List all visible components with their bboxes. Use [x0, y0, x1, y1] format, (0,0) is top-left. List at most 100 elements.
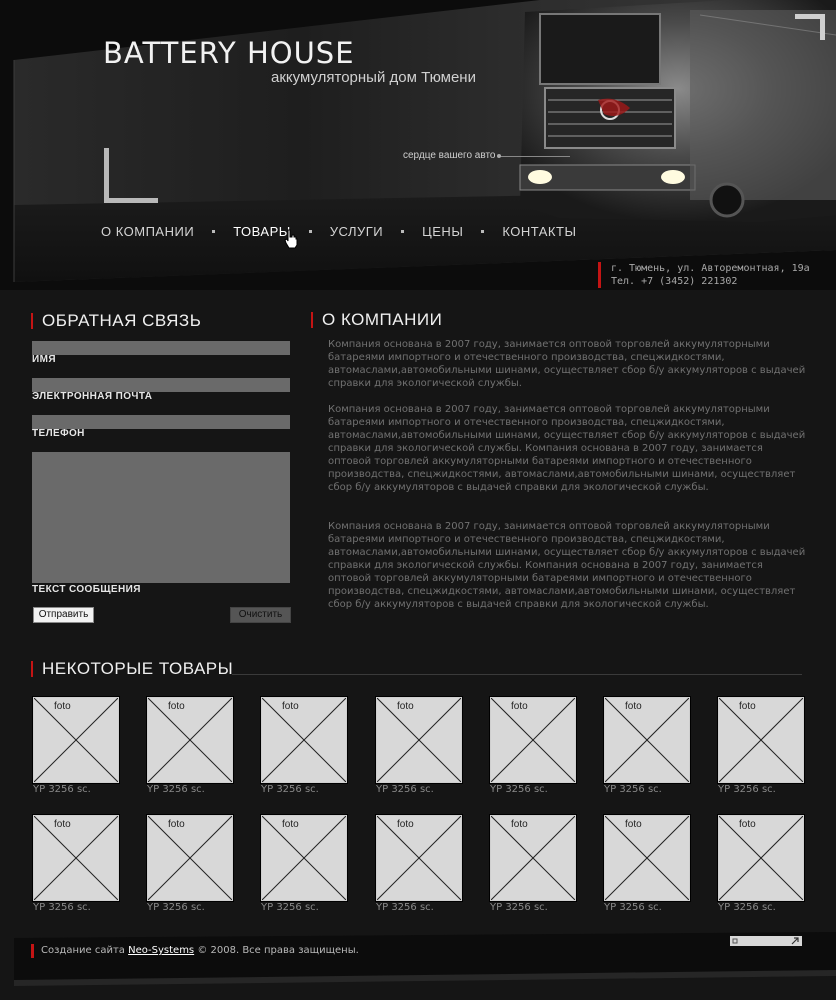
image-placeholder-icon [491, 698, 575, 782]
name-label: ИМЯ [32, 354, 56, 365]
image-placeholder-icon [605, 816, 689, 900]
footer-developer-link[interactable]: Neo-Systems [128, 945, 194, 956]
product-photo-placeholder[interactable]: foto [147, 815, 233, 901]
corner-bracket-icon [104, 148, 158, 203]
product-caption[interactable]: YP 3256 sc. [376, 902, 434, 913]
page: BATTERY HOUSE аккумуляторный дом Тюмени … [0, 0, 836, 1000]
phone-line: Тел. +7 (3452) 221302 [611, 276, 738, 287]
caption-pointer-line [500, 156, 570, 157]
product-photo-placeholder[interactable]: foto [604, 815, 690, 901]
product-caption[interactable]: YP 3256 sc. [147, 902, 205, 913]
photo-placeholder-label: foto [282, 819, 299, 830]
nav-item-contacts[interactable]: КОНТАКТЫ [502, 224, 576, 239]
product-card[interactable]: foto YP 3256 sc. [261, 815, 347, 919]
address-line: г. Тюмень, ул. Авторемонтная, 19а [611, 263, 810, 274]
image-placeholder-icon [148, 698, 232, 782]
product-caption[interactable]: YP 3256 sc. [261, 902, 319, 913]
product-photo-placeholder[interactable]: foto [33, 697, 119, 783]
photo-placeholder-label: foto [282, 701, 299, 712]
product-photo-placeholder[interactable]: foto [490, 815, 576, 901]
product-caption[interactable]: YP 3256 sc. [604, 784, 662, 795]
product-photo-placeholder[interactable]: foto [376, 815, 462, 901]
image-placeholder-icon [719, 698, 803, 782]
product-caption[interactable]: YP 3256 sc. [33, 902, 91, 913]
nav-separator [308, 229, 312, 233]
product-photo-placeholder[interactable]: foto [261, 697, 347, 783]
hand-cursor-icon [284, 229, 298, 249]
photo-placeholder-label: foto [168, 819, 185, 830]
photo-placeholder-label: foto [625, 819, 642, 830]
phone-label: ТЕЛЕФОН [32, 428, 85, 439]
product-card[interactable]: foto YP 3256 sc. [376, 815, 462, 919]
photo-placeholder-label: foto [54, 819, 71, 830]
product-photo-placeholder[interactable]: foto [718, 697, 804, 783]
image-placeholder-icon [34, 698, 118, 782]
nav-separator [481, 229, 485, 233]
photo-placeholder-label: foto [54, 701, 71, 712]
image-placeholder-icon [262, 816, 346, 900]
header: BATTERY HOUSE аккумуляторный дом Тюмени … [0, 0, 836, 290]
product-caption[interactable]: YP 3256 sc. [147, 784, 205, 795]
product-card[interactable]: foto YP 3256 sc. [490, 697, 576, 801]
feedback-heading: ОБРАТНАЯ СВЯЗЬ [31, 312, 201, 329]
product-caption[interactable]: YP 3256 sc. [33, 784, 91, 795]
product-caption[interactable]: YP 3256 sc. [490, 784, 548, 795]
product-card[interactable]: foto YP 3256 sc. [490, 815, 576, 919]
nav-item-prices[interactable]: ЦЕНЫ [422, 224, 463, 239]
product-card[interactable]: foto YP 3256 sc. [718, 697, 804, 801]
footer-copyright: Создание сайта Neo-Systems © 2008. Все п… [31, 944, 359, 958]
name-field[interactable] [32, 341, 290, 355]
footer-background [14, 932, 836, 986]
message-textarea[interactable] [32, 452, 290, 583]
brand-subtitle: аккумуляторный дом Тюмени [271, 69, 476, 86]
image-placeholder-icon [491, 816, 575, 900]
caption-pointer-dot [497, 154, 501, 158]
about-paragraph: Компания основана в 2007 году, занимаетс… [328, 521, 806, 610]
image-placeholder-icon [262, 698, 346, 782]
product-card[interactable]: foto YP 3256 sc. [604, 815, 690, 919]
product-photo-placeholder[interactable]: foto [490, 697, 576, 783]
product-photo-placeholder[interactable]: foto [718, 815, 804, 901]
product-card[interactable]: foto YP 3256 sc. [147, 697, 233, 801]
nav-separator [401, 229, 405, 233]
nav-item-products[interactable]: ТОВАРЫ [233, 224, 291, 239]
corner-bracket-icon [795, 14, 825, 40]
clear-button[interactable]: Очистить [230, 607, 291, 623]
product-card[interactable]: foto YP 3256 sc. [718, 815, 804, 919]
photo-placeholder-label: foto [397, 819, 414, 830]
product-caption[interactable]: YP 3256 sc. [604, 902, 662, 913]
product-card[interactable]: foto YP 3256 sc. [604, 697, 690, 801]
product-card[interactable]: foto YP 3256 sc. [376, 697, 462, 801]
about-paragraph: Компания основана в 2007 году, занимаетс… [328, 404, 806, 493]
nav-item-services[interactable]: УСЛУГИ [330, 224, 383, 239]
back-to-top-icon[interactable] [730, 936, 802, 946]
about-heading: О КОМПАНИИ [311, 311, 442, 328]
product-card[interactable]: foto YP 3256 sc. [147, 815, 233, 919]
submit-button[interactable]: Отправить [33, 607, 94, 623]
product-card[interactable]: foto YP 3256 sc. [261, 697, 347, 801]
product-caption[interactable]: YP 3256 sc. [261, 784, 319, 795]
product-photo-placeholder[interactable]: foto [604, 697, 690, 783]
photo-placeholder-label: foto [511, 819, 528, 830]
footer-suffix: © 2008. Все права защищены. [197, 945, 359, 956]
email-field[interactable] [32, 378, 290, 392]
product-caption[interactable]: YP 3256 sc. [376, 784, 434, 795]
product-card[interactable]: foto YP 3256 sc. [33, 815, 119, 919]
image-placeholder-icon [34, 816, 118, 900]
product-photo-placeholder[interactable]: foto [261, 815, 347, 901]
image-placeholder-icon [377, 816, 461, 900]
product-card[interactable]: foto YP 3256 sc. [33, 697, 119, 801]
products-divider [232, 674, 802, 675]
truck-caption: сердце вашего авто [403, 150, 496, 161]
email-label: ЭЛЕКТРОННАЯ ПОЧТА [32, 391, 153, 402]
nav-item-company[interactable]: О КОМПАНИИ [101, 224, 194, 239]
product-caption[interactable]: YP 3256 sc. [718, 784, 776, 795]
photo-placeholder-label: foto [168, 701, 185, 712]
product-caption[interactable]: YP 3256 sc. [490, 902, 548, 913]
product-photo-placeholder[interactable]: foto [376, 697, 462, 783]
product-caption[interactable]: YP 3256 sc. [718, 902, 776, 913]
product-photo-placeholder[interactable]: foto [33, 815, 119, 901]
product-photo-placeholder[interactable]: foto [147, 697, 233, 783]
phone-field[interactable] [32, 415, 290, 429]
brand-title: BATTERY HOUSE [103, 36, 355, 70]
